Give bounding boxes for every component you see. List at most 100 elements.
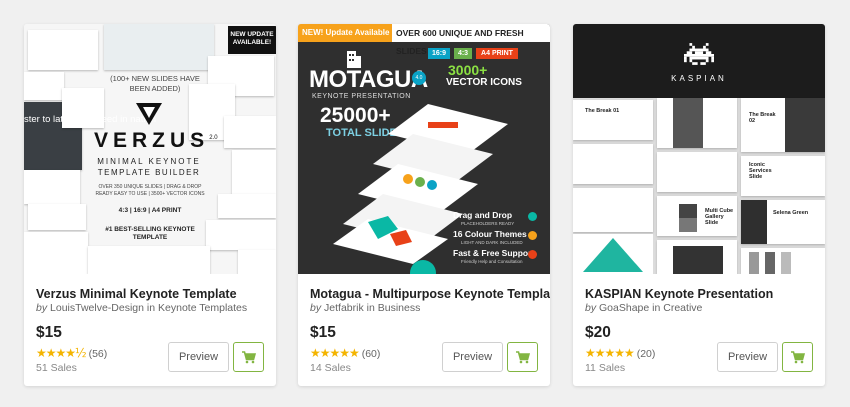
slide-photo <box>673 246 723 274</box>
category-link[interactable]: Keynote Templates <box>158 302 247 314</box>
slide-label: Selena Green <box>773 210 809 216</box>
update-badge: NEW UPDATE AVAILABLE! <box>228 26 276 54</box>
product-card[interactable]: ster to late your cceed in nation NEW UP… <box>24 24 276 386</box>
preview-slide <box>104 24 214 70</box>
cart-icon <box>790 350 805 363</box>
add-to-cart-button[interactable] <box>782 342 813 372</box>
preview-slide <box>206 220 276 250</box>
slide-label: Multi Cube Gallery Slide <box>705 208 734 226</box>
category-link[interactable]: Creative <box>663 302 702 314</box>
author-link[interactable]: Jetfabrik <box>324 302 364 314</box>
preview-button[interactable]: Preview <box>168 342 229 372</box>
by-text: by <box>36 302 48 314</box>
add-to-cart-button[interactable] <box>233 342 264 372</box>
slide-label: The Break 02 <box>749 112 776 124</box>
thumb-brand: VERZUS2.0 <box>94 129 218 152</box>
slide-photo <box>673 98 703 148</box>
verzus-logo-icon <box>136 103 162 125</box>
star-icon: ★★★★★ <box>585 346 635 360</box>
price: $15 <box>36 324 62 341</box>
sales-count: 14 Sales <box>310 362 351 374</box>
thumb-features: OVER 350 UNIQUE SLIDES | DRAG & DROP REA… <box>95 184 205 197</box>
format-tag: 4:3 <box>454 48 472 59</box>
product-thumbnail[interactable]: ster to late your cceed in nation NEW UP… <box>24 24 276 274</box>
feature-subtext: LIGHT AND DARK INCLUDED <box>461 240 523 245</box>
preview-button[interactable]: Preview <box>442 342 503 372</box>
preview-slide <box>218 194 276 218</box>
author-link[interactable]: LouisTwelve-Design <box>50 302 144 314</box>
format-tag: A4 PRINT <box>476 48 518 59</box>
review-count[interactable]: (20) <box>637 348 656 360</box>
product-thumbnail[interactable]: NEW! Update Available OVER 600 UNIQUE AN… <box>298 24 550 274</box>
thumb-brand: KASPIAN <box>671 74 727 83</box>
promo-text: OVER 600 UNIQUE AND FRESH SLIDES <box>396 28 524 56</box>
thumb-brand: MOTAGUA <box>309 66 428 93</box>
preview-slide <box>573 144 653 184</box>
icons-label: VECTOR ICONS <box>446 77 522 88</box>
byline: by GoaShape in Creative <box>585 302 702 314</box>
slide-label: The Break 01 <box>585 108 620 114</box>
slide-photo <box>741 200 767 244</box>
product-card[interactable]: KASPIAN The Break 01 The Break 02 Iconic… <box>573 24 825 386</box>
feature-subtext: PLACEHOLDERS READY <box>461 221 515 226</box>
by-text: by <box>310 302 322 314</box>
feature-dot <box>528 250 537 259</box>
slide-photo <box>749 252 759 274</box>
thumb-headline: (100+ NEW SLIDES HAVE BEEN ADDED) <box>110 74 200 93</box>
building-icon <box>347 51 361 68</box>
by-text: by <box>585 302 597 314</box>
card-info: Verzus Minimal Keynote Template by Louis… <box>24 274 276 386</box>
feature-dot <box>528 231 537 240</box>
preview-button[interactable]: Preview <box>717 342 778 372</box>
preview-slide <box>24 72 64 100</box>
add-to-cart-button[interactable] <box>507 342 538 372</box>
slide-photo <box>679 218 697 232</box>
cart-icon <box>515 350 530 363</box>
feature-dot <box>528 212 537 221</box>
feature-subtext: Friendly Help and Consultation <box>461 259 523 264</box>
review-count[interactable]: (60) <box>362 348 381 360</box>
byline: by Jetfabrik in Business <box>310 302 420 314</box>
feature-text: Drag and Drop <box>453 210 513 220</box>
thumb-bestseller: #1 BEST-SELLING KEYNOTE TEMPLATE <box>105 226 195 241</box>
sales-count: 51 Sales <box>36 362 77 374</box>
preview-slide <box>28 204 86 230</box>
product-title[interactable]: KASPIAN Keynote Presentation <box>585 287 820 301</box>
format-tag: 16:9 <box>428 48 450 59</box>
icons-count: 3000+ <box>448 62 488 78</box>
update-badge: NEW! Update Available <box>298 24 392 42</box>
in-text: in <box>652 302 661 314</box>
category-link[interactable]: Business <box>378 302 421 314</box>
preview-slide <box>224 116 276 148</box>
preview-slide <box>88 246 210 274</box>
preview-slide <box>232 150 276 194</box>
feature-text: Fast & Free Support <box>453 248 535 258</box>
byline: by LouisTwelve-Design in Keynote Templat… <box>36 302 247 314</box>
cart-icon <box>241 350 256 363</box>
preview-slide <box>573 188 653 232</box>
price: $20 <box>585 324 611 341</box>
preview-slide <box>573 100 653 140</box>
thumb-formats: 4:3 | 16:9 | A4 PRINT <box>118 207 182 214</box>
product-thumbnail[interactable]: KASPIAN The Break 01 The Break 02 Iconic… <box>573 24 825 274</box>
product-title[interactable]: Motagua - Multipurpose Keynote Template <box>310 287 550 301</box>
author-link[interactable]: GoaShape <box>599 302 649 314</box>
thumb-subtitle: MINIMAL KEYNOTE <box>97 157 201 166</box>
version-badge: 4.0 <box>412 71 426 85</box>
slide-photo <box>679 204 697 218</box>
product-card[interactable]: NEW! Update Available OVER 600 UNIQUE AN… <box>298 24 550 386</box>
slide-triangle <box>573 234 653 274</box>
in-text: in <box>366 302 375 314</box>
card-info: Motagua - Multipurpose Keynote Template … <box>298 274 550 386</box>
feature-text: 16 Colour Themes <box>453 229 527 239</box>
preview-slide <box>28 30 98 70</box>
slide-photo <box>781 252 791 274</box>
in-text: in <box>146 302 156 314</box>
review-count[interactable]: (56) <box>89 348 108 360</box>
product-title[interactable]: Verzus Minimal Keynote Template <box>36 287 271 301</box>
thumb-subtitle: TEMPLATE BUILDER <box>97 168 201 177</box>
slides-collage: The Break 01 The Break 02 Iconic Service… <box>573 98 825 274</box>
slide-photo <box>785 98 825 152</box>
space-invader-icon <box>684 43 714 65</box>
slide-photo <box>765 252 775 274</box>
